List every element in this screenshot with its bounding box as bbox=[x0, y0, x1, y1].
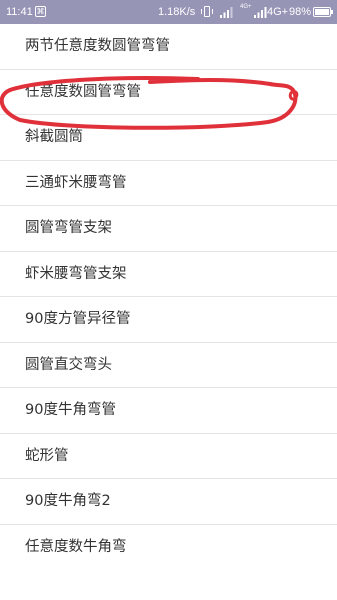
list-item[interactable]: 圆管直交弯头 bbox=[0, 343, 337, 388]
list-item[interactable]: 90度牛角弯管 bbox=[0, 388, 337, 434]
signal-strength-icon bbox=[254, 7, 267, 18]
list-item[interactable]: 90度方管异径管 bbox=[0, 297, 337, 343]
list-item[interactable]: 斜截圆筒 bbox=[0, 115, 337, 161]
battery-percent: 98% bbox=[289, 6, 312, 18]
vibrate-icon bbox=[201, 6, 213, 17]
battery-fill bbox=[315, 9, 329, 15]
list-item[interactable]: 任意度数牛角弯 bbox=[0, 525, 337, 571]
list-item[interactable]: 任意度数圆管弯管 bbox=[0, 70, 337, 115]
list-item[interactable]: 两节任意度数圆管弯管 bbox=[0, 24, 337, 70]
menu-list: 两节任意度数圆管弯管 任意度数圆管弯管 斜截圆筒 三通虾米腰弯管 圆管弯管支架 虾米腰弯管… bbox=[0, 24, 337, 570]
list-item[interactable]: 90度牛角弯2 bbox=[0, 479, 337, 525]
network-type: 4G+ bbox=[267, 6, 289, 18]
list-item[interactable]: 虾米腰弯管支架 bbox=[0, 252, 337, 297]
network-speed: 1.18K/s bbox=[158, 6, 196, 18]
battery-icon bbox=[313, 7, 333, 17]
status-time: 11:41 bbox=[6, 6, 33, 18]
list-item[interactable]: 三通虾米腰弯管 bbox=[0, 161, 337, 206]
list-item[interactable]: 蛇形管 bbox=[0, 434, 337, 479]
sim1-network-label: 4G+ bbox=[240, 4, 252, 10]
signal-strength-icon bbox=[220, 7, 233, 18]
status-bar: 11:41 ⌘ 1.18K/s 4G+ 4G+ 98% bbox=[0, 0, 337, 24]
list-item[interactable]: 圆管弯管支架 bbox=[0, 206, 337, 252]
app-notification-icon: ⌘ bbox=[35, 6, 46, 17]
